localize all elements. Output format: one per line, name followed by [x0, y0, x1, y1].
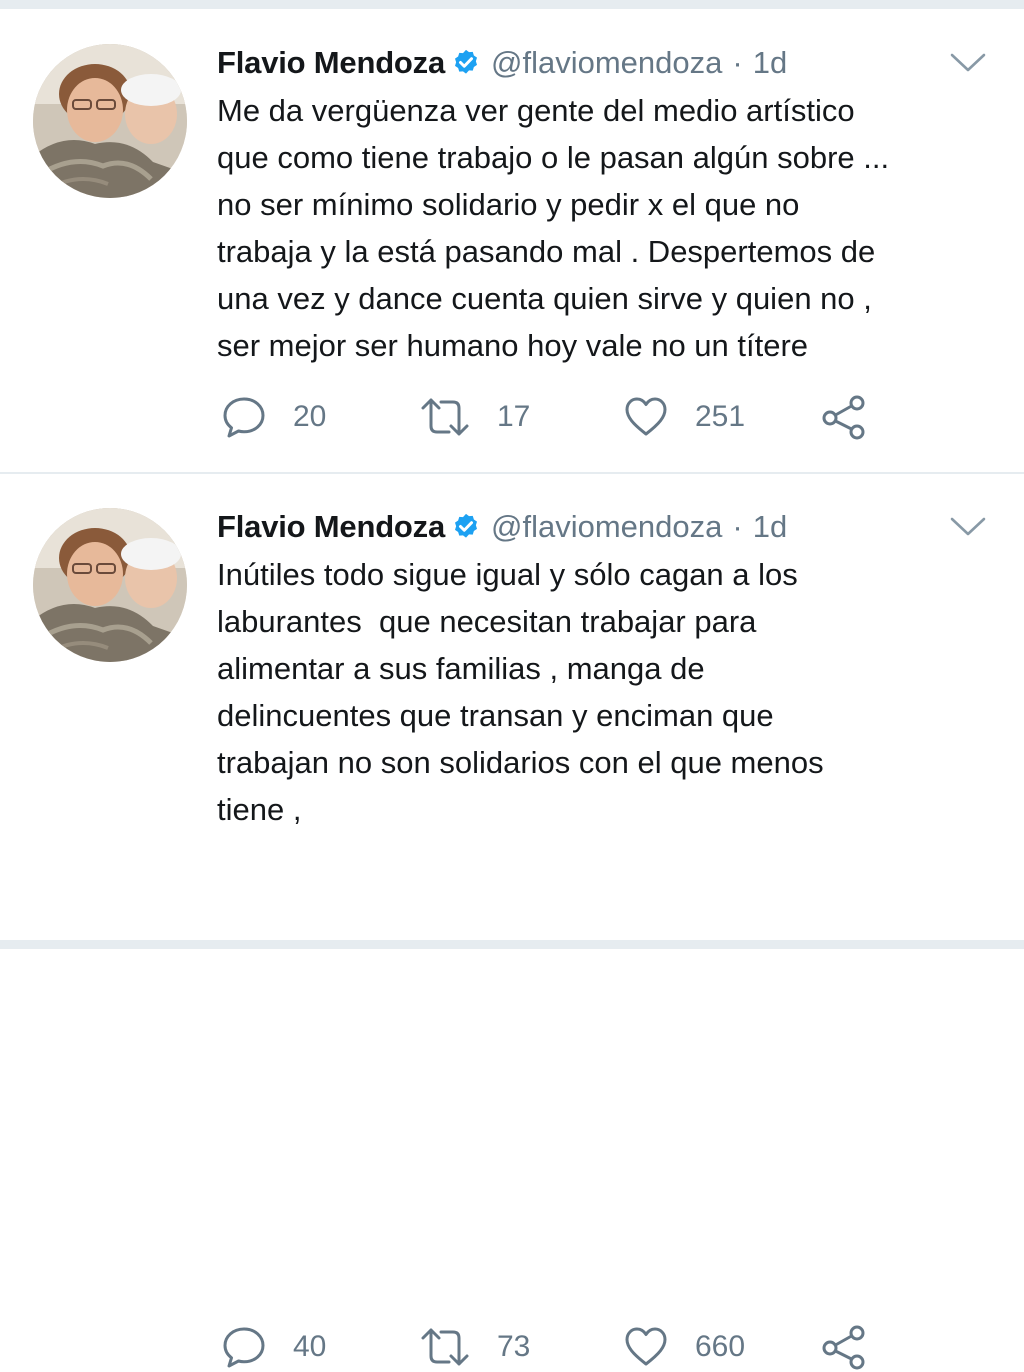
tweet-actions: 20 17 251 — [217, 392, 917, 442]
avatar[interactable] — [33, 44, 187, 198]
chevron-down-icon[interactable] — [948, 50, 988, 76]
tweet-text: Inútiles todo sigue igual y sólo cagan a… — [217, 557, 824, 827]
chevron-down-icon[interactable] — [948, 514, 988, 540]
tweet-actions: 40 73 660 — [217, 1322, 917, 1372]
retweet-count: 73 — [497, 1330, 531, 1363]
retweet-button[interactable]: 73 — [419, 1322, 530, 1372]
author-handle[interactable]: @flaviomendoza — [491, 45, 722, 81]
like-button[interactable]: 660 — [623, 1322, 745, 1372]
heart-icon — [625, 1327, 667, 1366]
tweet[interactable]: Flavio Mendoza @flaviomendoza · 1d Me da… — [0, 10, 1024, 472]
tweet-header: Flavio Mendoza @flaviomendoza · 1d — [217, 42, 787, 84]
separator: · — [732, 45, 743, 80]
verified-badge-icon — [451, 48, 481, 78]
reply-button[interactable]: 20 — [221, 392, 326, 442]
reply-count: 40 — [293, 1330, 327, 1363]
author-name[interactable]: Flavio Mendoza — [217, 509, 445, 545]
profile-photo — [33, 508, 187, 662]
retweet-icon — [421, 1328, 469, 1366]
tweet-text: Me da vergüenza ver gente del medio artí… — [217, 93, 890, 363]
bottom-divider — [0, 940, 1024, 949]
reply-count: 20 — [293, 400, 327, 433]
reply-icon — [223, 1327, 265, 1368]
timestamp[interactable]: 1d — [753, 509, 787, 545]
verified-badge-icon — [451, 512, 481, 542]
author-name[interactable]: Flavio Mendoza — [217, 45, 445, 81]
like-button[interactable]: 251 — [623, 392, 745, 442]
like-count: 660 — [695, 1330, 746, 1363]
avatar[interactable] — [33, 508, 187, 662]
retweet-button[interactable]: 17 — [419, 392, 530, 442]
top-divider — [0, 0, 1024, 9]
tweet[interactable]: Flavio Mendoza @flaviomendoza · 1d Inúti… — [0, 474, 1024, 1370]
author-handle[interactable]: @flaviomendoza — [491, 509, 722, 545]
share-button[interactable] — [821, 392, 867, 442]
retweet-icon — [421, 398, 469, 436]
retweet-count: 17 — [497, 400, 531, 433]
share-icon — [822, 395, 865, 440]
share-icon — [822, 1325, 865, 1370]
tweet-header: Flavio Mendoza @flaviomendoza · 1d — [217, 506, 787, 548]
share-button[interactable] — [821, 1322, 867, 1372]
timestamp[interactable]: 1d — [753, 45, 787, 81]
heart-icon — [625, 397, 667, 436]
like-count: 251 — [695, 400, 746, 433]
reply-button[interactable]: 40 — [221, 1322, 326, 1372]
profile-photo — [33, 44, 187, 198]
separator: · — [732, 509, 743, 544]
reply-icon — [223, 397, 265, 438]
